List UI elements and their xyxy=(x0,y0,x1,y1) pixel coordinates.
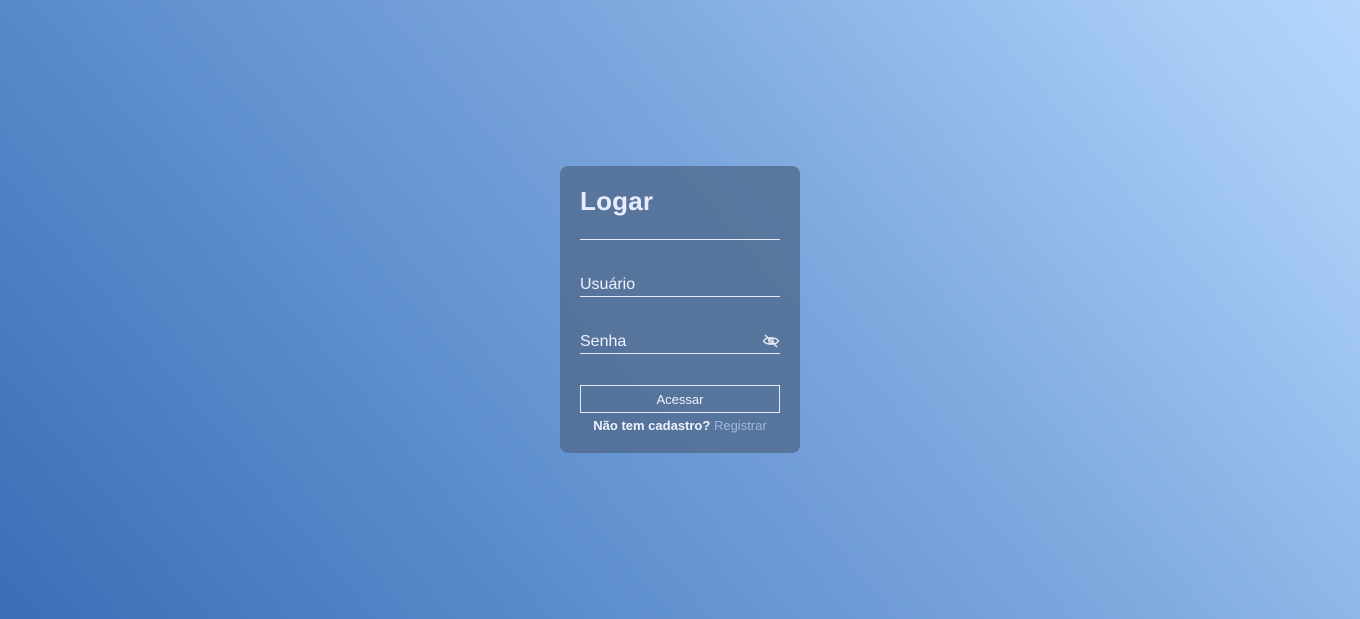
login-title: Logar xyxy=(580,186,654,216)
password-field xyxy=(580,331,780,354)
username-input[interactable] xyxy=(580,274,780,296)
register-prompt: Não tem cadastro? xyxy=(593,418,711,433)
eye-slash-icon[interactable] xyxy=(762,333,780,349)
register-line: Não tem cadastro? Registrar xyxy=(560,418,800,433)
login-card: Logar Acessar Não tem cadastro? Registra… xyxy=(560,166,800,453)
title-divider xyxy=(580,239,780,240)
username-field xyxy=(580,274,780,297)
password-input[interactable] xyxy=(580,331,780,353)
register-link[interactable]: Registrar xyxy=(714,418,767,433)
submit-button[interactable]: Acessar xyxy=(580,385,780,413)
